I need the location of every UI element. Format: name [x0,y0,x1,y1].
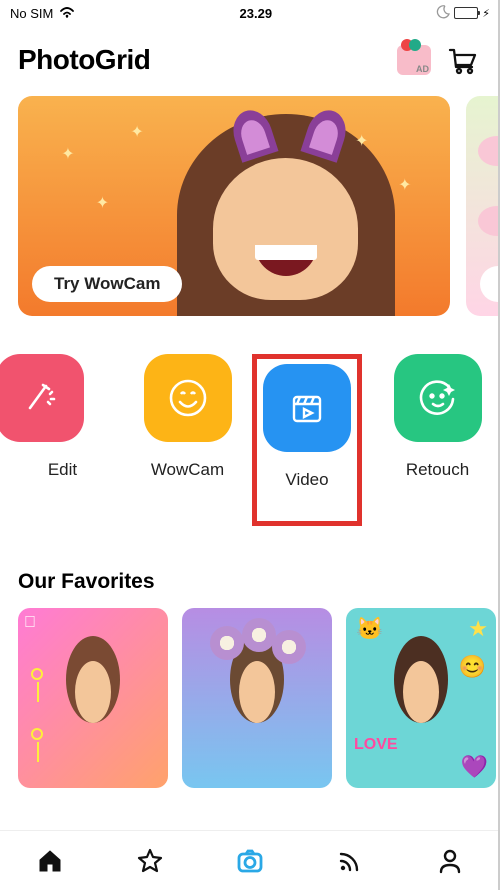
favorites-row[interactable]:  🐱 😊 LOVE 💜 ★ [0,608,500,788]
cast-icon [336,847,364,875]
bottom-nav [0,830,500,890]
moon-icon [436,5,450,22]
app-brand: PhotoGrid [18,44,386,76]
premium-badge-icon: AD [397,45,431,75]
nav-camera[interactable] [228,839,272,883]
status-bar: No SIM 23.29 ⚡︎ [0,0,500,26]
wifi-icon [59,6,75,21]
battery-icon [454,7,478,19]
apple-icon:  [24,614,36,632]
carrier-text: No SIM [10,6,53,21]
favorite-card[interactable] [182,608,332,788]
app-header: PhotoGrid AD [0,26,500,90]
banner-cta-button[interactable]: Tr [480,266,500,302]
cart-icon [445,43,479,77]
wand-icon [18,376,62,420]
banner-next[interactable]: Tr [466,96,500,316]
highlight-box: Video [252,354,362,526]
charging-icon: ⚡︎ [482,7,490,20]
favorite-card[interactable]:  [18,608,168,788]
banner-illustration [156,114,415,316]
smile-icon [165,375,211,421]
banner-cta-button[interactable]: Try WowCam [32,266,182,302]
tool-wowcam[interactable]: WowCam [125,354,250,526]
tool-edit[interactable]: Edit [0,354,125,526]
tool-label: Retouch [406,460,469,480]
star-icon [136,847,164,875]
banner-wowcam[interactable]: ✦ ✦ ✦ ✦ ✦ Try WowCam [18,96,450,316]
tool-video[interactable]: Video [250,354,375,526]
nav-cast[interactable] [328,839,372,883]
nav-profile[interactable] [428,839,472,883]
tool-tile [0,354,84,442]
tool-label: Edit [48,460,77,480]
home-icon [36,847,64,875]
camera-icon [236,847,264,875]
face-icon [415,375,461,421]
banner-carousel[interactable]: ✦ ✦ ✦ ✦ ✦ Try WowCam Tr [0,90,500,322]
tool-label: WowCam [151,460,224,480]
clock: 23.29 [75,6,436,21]
nav-star[interactable] [128,839,172,883]
favorites-heading: Our Favorites [0,536,500,608]
tools-row[interactable]: Edit WowCam Video Retouch [0,322,500,536]
nav-home[interactable] [28,839,72,883]
premium-button[interactable]: AD [394,40,434,80]
favorite-card[interactable]: 🐱 😊 LOVE 💜 ★ [346,608,496,788]
clapper-icon [285,386,329,430]
profile-icon [436,847,464,875]
tool-label: Video [257,470,357,490]
tool-retouch[interactable]: Retouch [375,354,500,526]
cart-button[interactable] [442,40,482,80]
